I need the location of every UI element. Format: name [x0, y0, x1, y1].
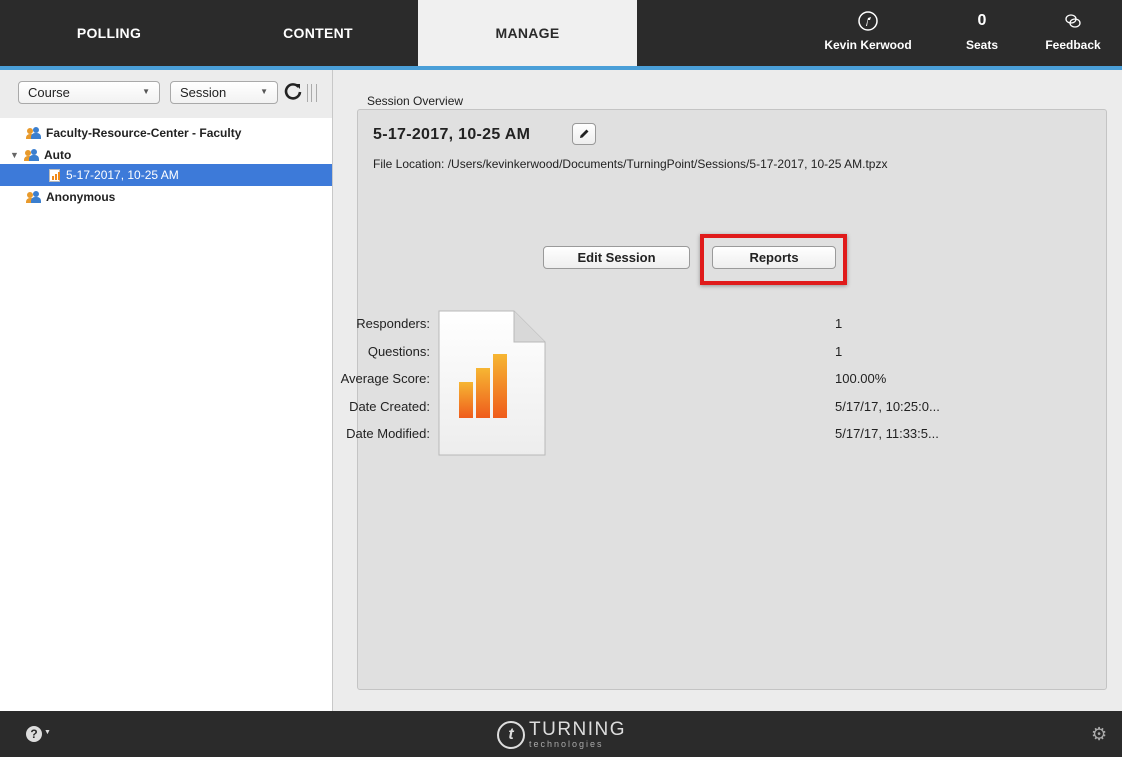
- stat-value: 100.00%: [835, 371, 887, 386]
- sidebar-toolbar: Course ▼ Session ▼: [0, 70, 332, 118]
- logo-subtitle: technologies: [529, 739, 604, 749]
- group-icon: [24, 149, 40, 161]
- user-name: Kevin Kerwood: [824, 38, 912, 52]
- feedback-label: Feedback: [1045, 38, 1101, 52]
- stat-key: Average Score:: [340, 371, 430, 386]
- chevron-down-icon: ▼: [260, 87, 268, 96]
- tree-item-label: Auto: [44, 148, 72, 162]
- turning-logo-icon: [858, 10, 878, 32]
- pencil-icon: [580, 129, 589, 138]
- tree-item-faculty[interactable]: Faculty-Resource-Center - Faculty: [0, 122, 332, 144]
- turning-technologies-logo: t TURNING technologies: [497, 719, 626, 751]
- stat-value: 1: [835, 316, 843, 331]
- top-nav-bar: POLLING CONTENT MANAGE Kevin Kerwood 0 S…: [0, 0, 1122, 66]
- help-icon[interactable]: ?: [26, 726, 42, 742]
- sidebar: Course ▼ Session ▼ Faculty-Resource-Cent…: [0, 70, 333, 711]
- stat-key: Date Created:: [349, 399, 430, 414]
- bottom-bar: ? ▼ t TURNING technologies ⚙: [0, 711, 1122, 757]
- session-file-icon: [49, 168, 60, 182]
- edit-session-button[interactable]: Edit Session: [543, 246, 690, 269]
- group-icon: [26, 127, 42, 139]
- stat-key: Date Modified:: [346, 426, 430, 441]
- seats-count: 0: [977, 12, 987, 29]
- feedback-button[interactable]: Feedback: [1038, 10, 1108, 60]
- tree-item-label: 5-17-2017, 10-25 AM: [66, 168, 179, 182]
- stat-value: 1: [835, 344, 843, 359]
- section-label: Session Overview: [367, 94, 464, 108]
- chat-bubbles-icon: [1064, 10, 1082, 32]
- tree-item-session[interactable]: 5-17-2017, 10-25 AM: [0, 164, 332, 186]
- seats-indicator[interactable]: 0 Seats: [952, 10, 1012, 60]
- tree-item-auto[interactable]: ▼ Auto: [0, 144, 332, 166]
- disclosure-triangle-icon[interactable]: ▼: [10, 150, 24, 160]
- rename-button[interactable]: [572, 123, 596, 145]
- pane-splitter-handle[interactable]: [307, 84, 317, 102]
- group-icon: [26, 191, 42, 203]
- tree-item-anonymous[interactable]: Anonymous: [0, 186, 332, 208]
- stat-value: 5/17/17, 10:25:0...: [835, 399, 940, 414]
- tab-polling[interactable]: POLLING: [0, 0, 218, 66]
- chevron-down-icon: ▼: [142, 87, 150, 96]
- seats-label: Seats: [965, 38, 999, 52]
- file-location: File Location: /Users/kevinkerwood/Docum…: [373, 157, 888, 171]
- user-account[interactable]: Kevin Kerwood: [808, 10, 928, 60]
- main-panel: Session Overview 5-17-2017, 10-25 AM Fil…: [334, 70, 1122, 711]
- session-document-icon: [438, 310, 546, 456]
- course-select-label: Course: [28, 85, 70, 100]
- refresh-icon[interactable]: [283, 81, 303, 107]
- tab-content[interactable]: CONTENT: [218, 0, 418, 66]
- course-select[interactable]: Course ▼: [18, 81, 160, 104]
- logo-word: TURNING: [529, 719, 627, 740]
- tab-manage[interactable]: MANAGE: [418, 0, 637, 66]
- session-select-label: Session: [180, 85, 227, 100]
- reports-highlight-box: [700, 234, 847, 285]
- session-overview-box: 5-17-2017, 10-25 AM File Location: /User…: [341, 109, 1107, 690]
- chevron-down-icon[interactable]: ▼: [44, 729, 51, 736]
- stat-key: Responders:: [356, 316, 430, 331]
- turning-logo-icon: t: [497, 721, 525, 749]
- session-title: 5-17-2017, 10-25 AM: [373, 126, 531, 143]
- stat-value: 5/17/17, 11:33:5...: [835, 426, 939, 441]
- gear-icon[interactable]: ⚙: [1091, 724, 1107, 745]
- tree-item-label: Anonymous: [46, 190, 116, 204]
- tree-item-label: Faculty-Resource-Center - Faculty: [46, 126, 242, 140]
- stat-key: Questions:: [367, 344, 430, 359]
- session-select[interactable]: Session ▼: [170, 81, 278, 104]
